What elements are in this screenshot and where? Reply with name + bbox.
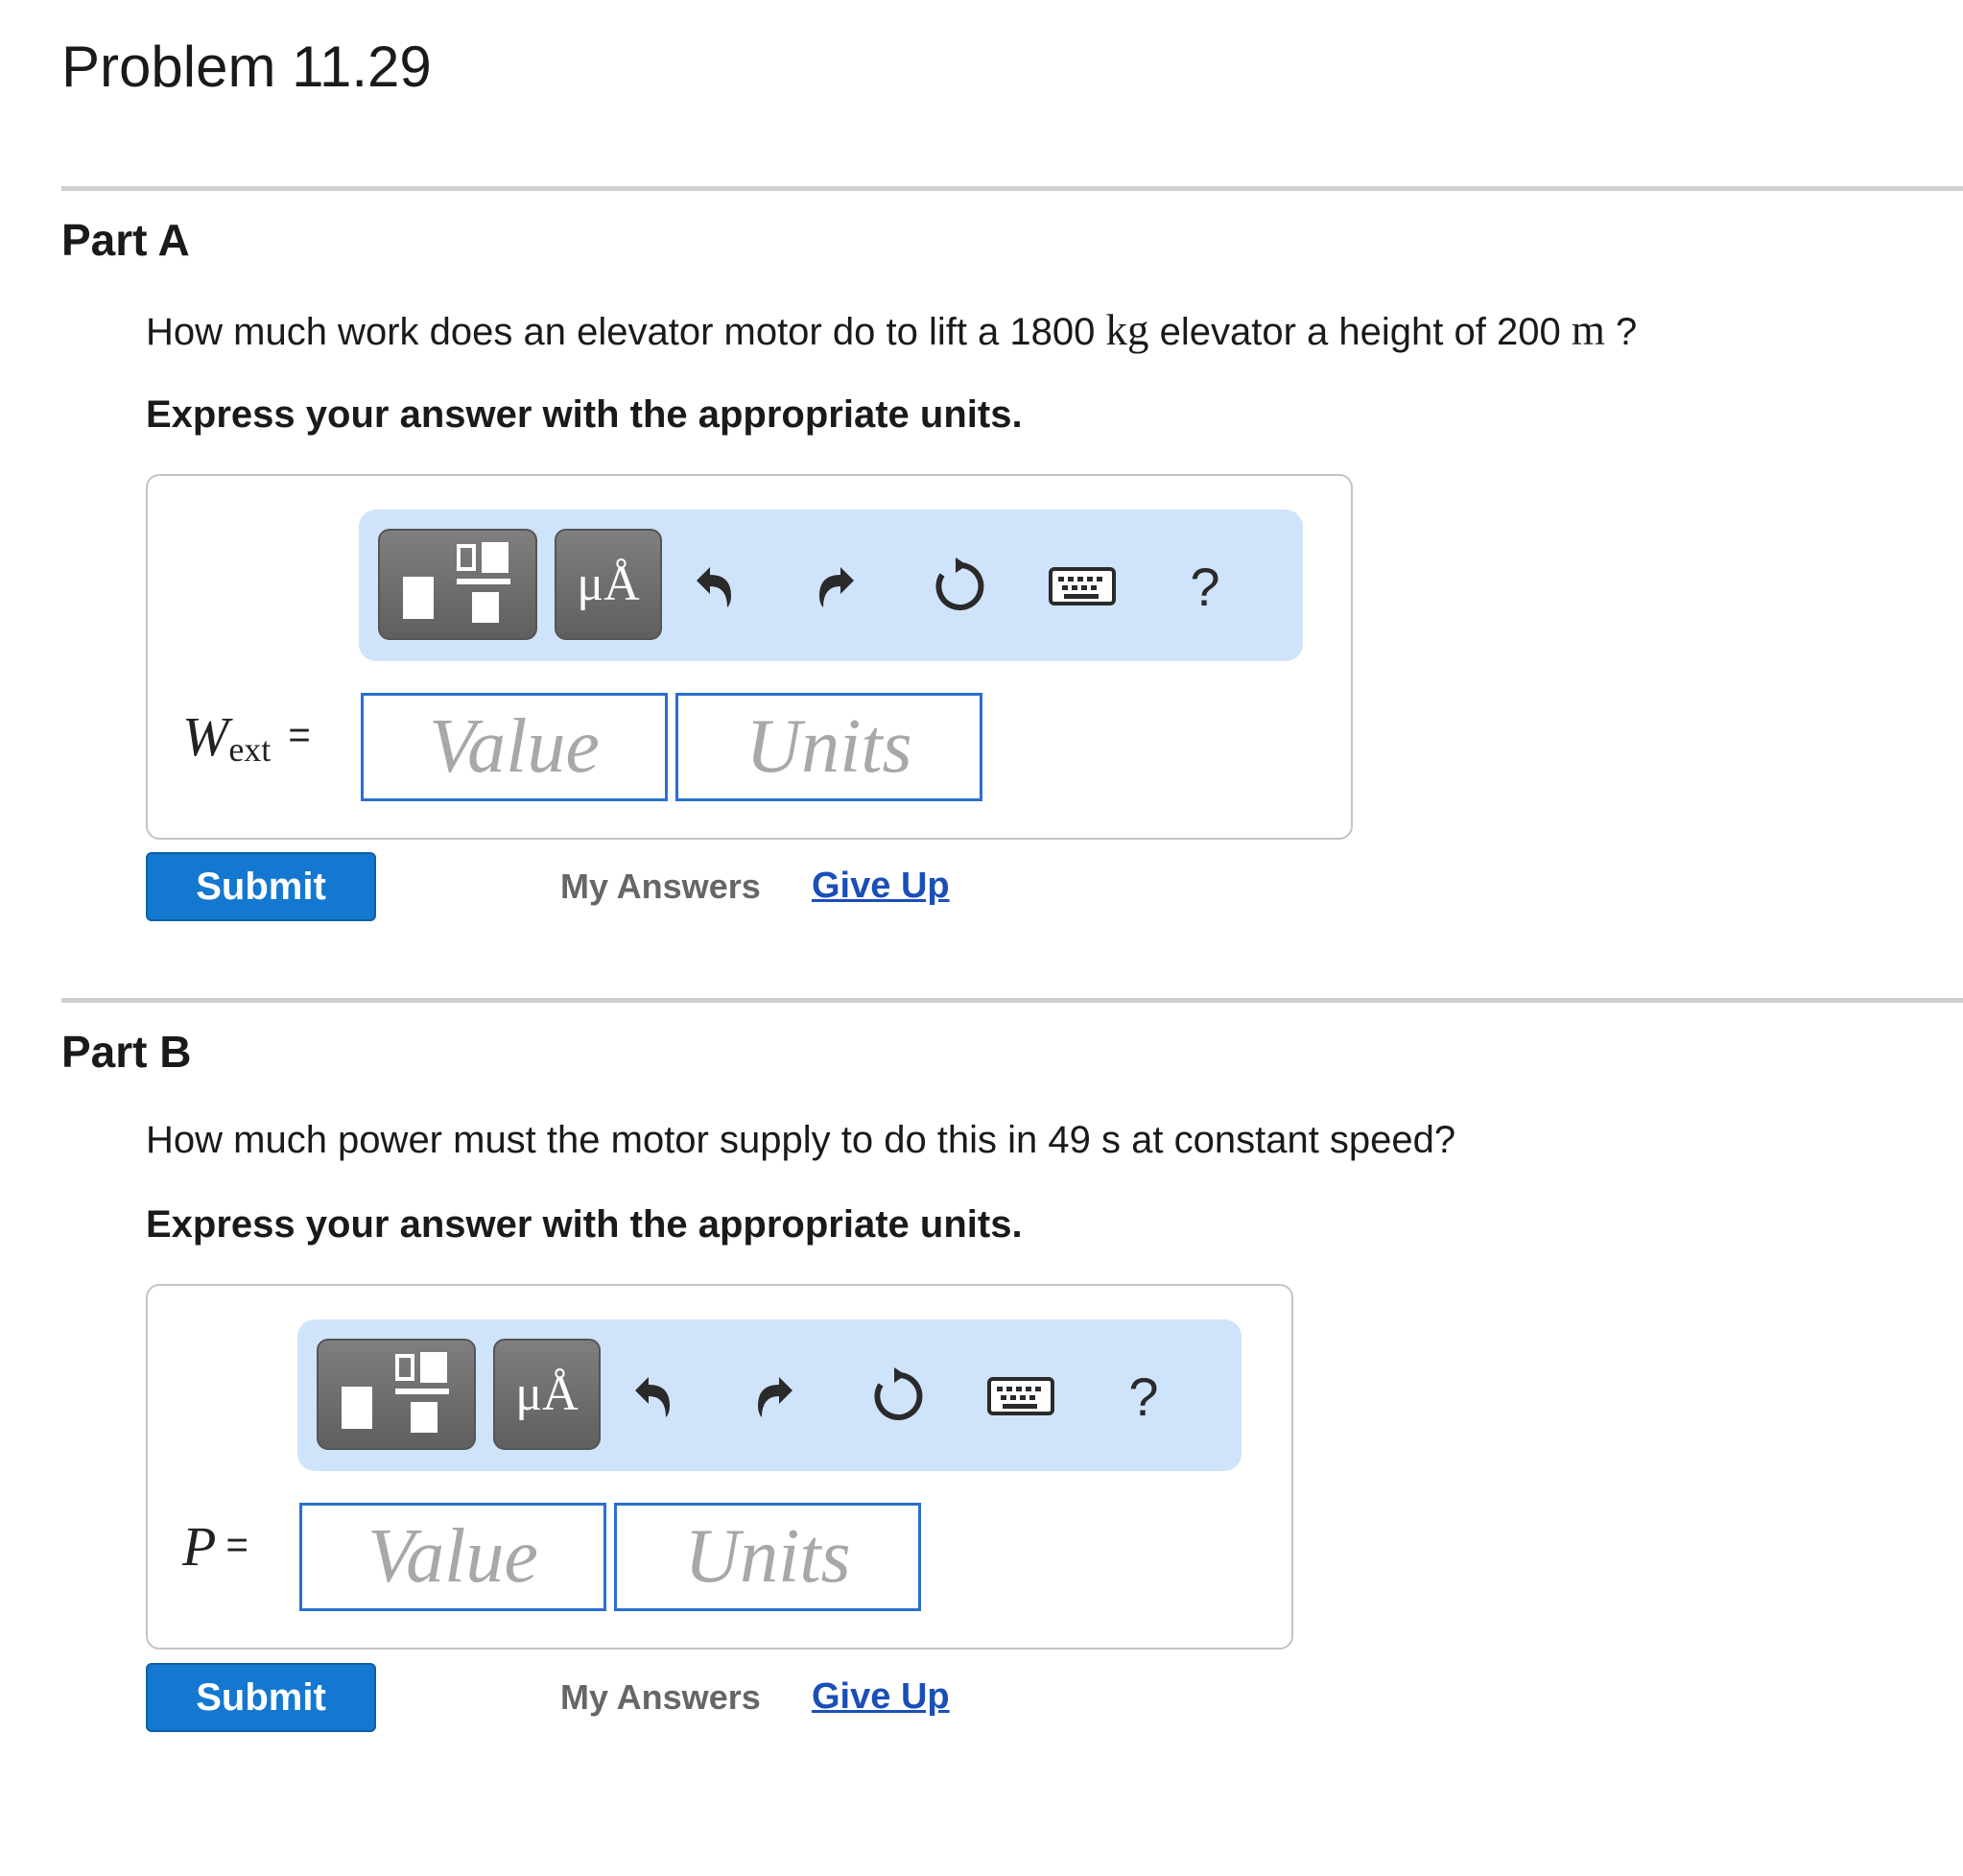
units-input[interactable] bbox=[675, 693, 982, 801]
units-input[interactable] bbox=[614, 1503, 921, 1611]
part-a-question: How much work does an elevator motor do … bbox=[146, 305, 1637, 357]
part-a-answer-box: μÅ ? Wext = bbox=[146, 474, 1353, 840]
divider-part-b bbox=[61, 998, 1963, 1003]
question-text: ? bbox=[1604, 311, 1638, 353]
my-answers-label[interactable]: My Answers bbox=[560, 867, 761, 907]
question-text: elevator a height of 200 bbox=[1148, 311, 1572, 353]
undo-icon[interactable] bbox=[675, 548, 752, 625]
reset-icon[interactable] bbox=[860, 1358, 936, 1435]
problem-title: Problem 11.29 bbox=[61, 35, 432, 99]
my-answers-label[interactable]: My Answers bbox=[560, 1677, 761, 1718]
unit-m: m bbox=[1571, 306, 1605, 354]
redo-icon[interactable] bbox=[737, 1358, 814, 1435]
submit-button[interactable]: Submit bbox=[146, 1663, 376, 1732]
part-b-instruction: Express your answer with the appropriate… bbox=[146, 1203, 1023, 1246]
divider-part-a bbox=[61, 186, 1963, 191]
part-b-question: How much power must the motor supply to … bbox=[146, 1119, 1456, 1161]
value-input[interactable] bbox=[299, 1503, 606, 1611]
undo-icon[interactable] bbox=[614, 1358, 691, 1435]
give-up-link[interactable]: Give Up bbox=[812, 866, 950, 907]
keyboard-icon[interactable] bbox=[982, 1358, 1059, 1435]
part-b-title: Part B bbox=[61, 1027, 192, 1077]
help-icon[interactable]: ? bbox=[1167, 548, 1243, 625]
part-a-instruction: Express your answer with the appropriate… bbox=[146, 393, 1023, 436]
submit-button[interactable]: Submit bbox=[146, 852, 376, 921]
keyboard-icon[interactable] bbox=[1044, 548, 1121, 625]
value-input[interactable] bbox=[361, 693, 668, 801]
templates-button[interactable] bbox=[378, 529, 537, 640]
templates-icon bbox=[342, 1352, 449, 1433]
units-button[interactable]: μÅ bbox=[555, 529, 662, 640]
question-text: How much work does an elevator motor do … bbox=[146, 311, 1106, 353]
templates-icon bbox=[403, 542, 510, 623]
help-icon[interactable]: ? bbox=[1105, 1358, 1182, 1435]
reset-icon[interactable] bbox=[921, 548, 998, 625]
math-toolbar: μÅ ? bbox=[297, 1319, 1242, 1471]
unit-kg: kg bbox=[1105, 306, 1149, 354]
templates-button[interactable] bbox=[317, 1339, 476, 1450]
part-a-title: Part A bbox=[61, 215, 190, 265]
variable-label: Wext = bbox=[182, 705, 311, 769]
units-button[interactable]: μÅ bbox=[493, 1339, 601, 1450]
part-b-answer-box: μÅ ? P = bbox=[146, 1284, 1293, 1650]
give-up-link[interactable]: Give Up bbox=[812, 1676, 950, 1718]
redo-icon[interactable] bbox=[798, 548, 875, 625]
variable-label: P = bbox=[182, 1515, 248, 1578]
math-toolbar: μÅ ? bbox=[359, 510, 1303, 661]
